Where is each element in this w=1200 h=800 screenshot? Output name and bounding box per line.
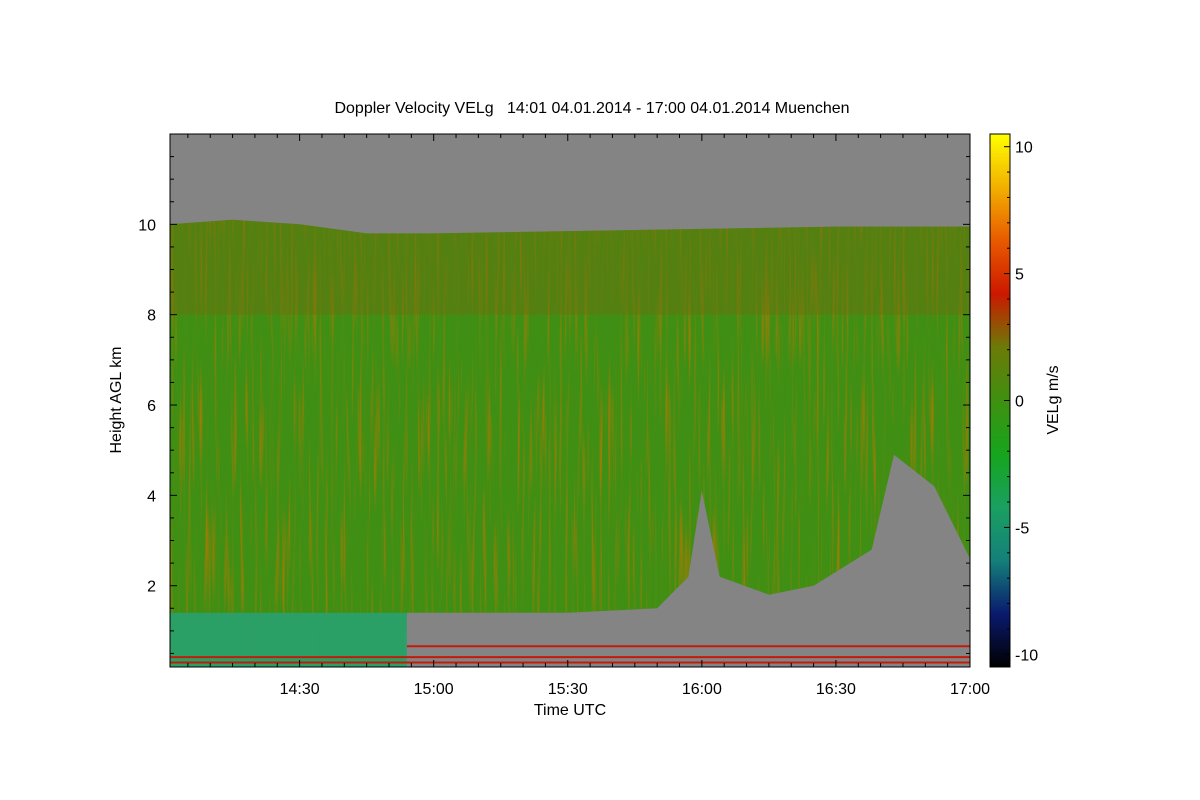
x-axis-label: Time UTC: [534, 702, 606, 719]
y-tick-label: 4: [147, 488, 156, 505]
colorbar-tick-label: 10: [1015, 140, 1033, 157]
colorbar-tick-label: 5: [1015, 267, 1024, 284]
low-level-turbulence-block: [170, 612, 407, 667]
upper-velocity-tint: [170, 219, 970, 315]
y-tick-label: 10: [138, 217, 156, 234]
y-tick-label: 6: [147, 398, 156, 415]
chart-title: Doppler Velocity VELg 14:01 04.01.2014 -…: [334, 100, 849, 117]
x-tick-label: 16:30: [816, 681, 856, 698]
colorbar-tick-label: -5: [1015, 520, 1029, 537]
colorbar: 10 5 0 -5 -10 VELg m/s: [989, 133, 1062, 668]
doppler-velocity-chart: Doppler Velocity VELg 14:01 04.01.2014 -…: [108, 100, 1062, 719]
plot-area: [170, 134, 970, 667]
colorbar-tick-label: -10: [1015, 647, 1038, 664]
x-tick-label: 14:30: [280, 681, 320, 698]
y-tick-label: 8: [147, 308, 156, 325]
x-tick-label: 15:00: [414, 681, 454, 698]
colorbar-label: VELg m/s: [1045, 365, 1062, 434]
x-tick-label: 17:00: [950, 681, 990, 698]
x-tick-label: 16:00: [682, 681, 722, 698]
colorbar-tick-label: 0: [1015, 394, 1024, 411]
y-axis-label: Height AGL km: [108, 346, 125, 453]
y-tick-label: 2: [147, 579, 156, 596]
x-tick-label: 15:30: [548, 681, 588, 698]
